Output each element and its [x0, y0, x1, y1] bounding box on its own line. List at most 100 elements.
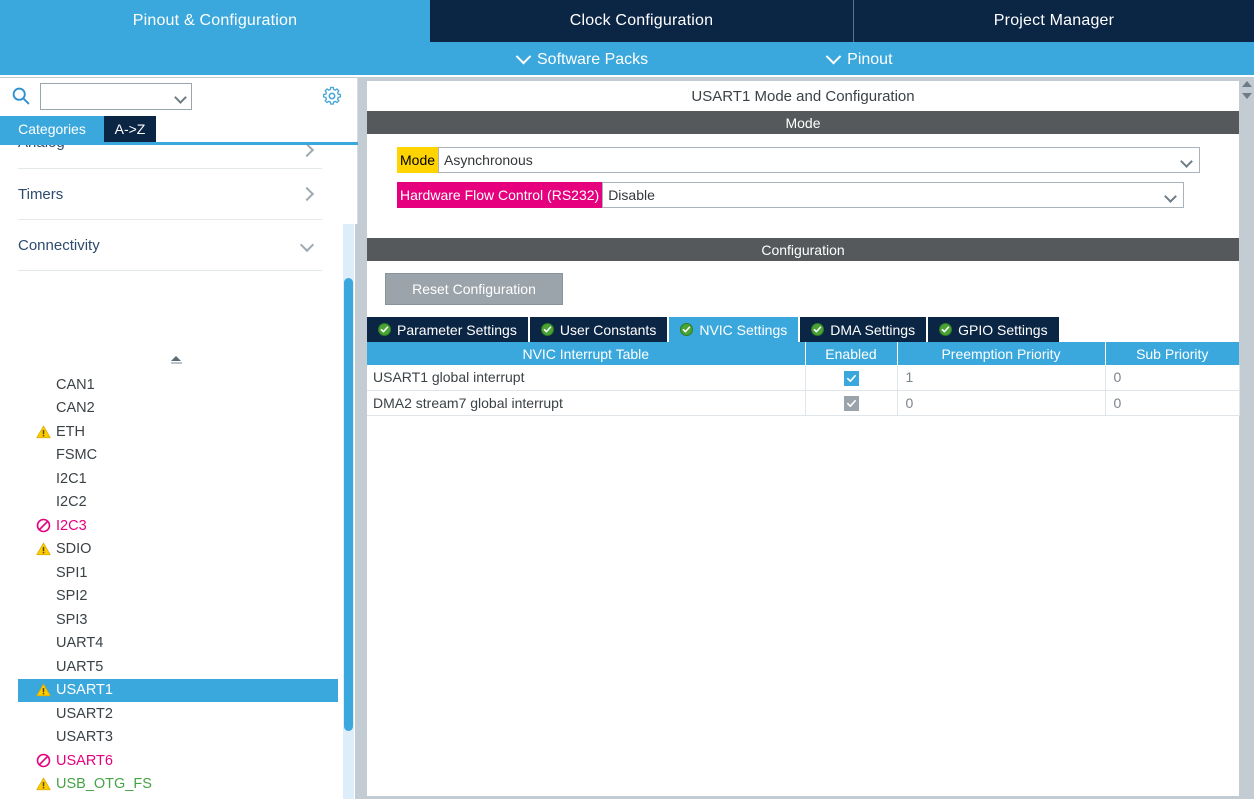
peripheral-item-i2c1[interactable]: I2C1 — [18, 467, 338, 491]
menu-pinout-label: Pinout — [847, 50, 893, 68]
tab-pinout-configuration[interactable]: Pinout & Configuration — [0, 0, 430, 42]
peripheral-item-i2c2[interactable]: I2C2 — [18, 491, 338, 515]
field-mode-select[interactable]: Asynchronous — [438, 146, 1201, 173]
nvic-preemption-priority-cell[interactable]: 0 — [897, 390, 1106, 416]
nub-divider — [170, 362, 182, 364]
nvic-sub-priority-cell[interactable]: 0 — [1105, 390, 1240, 416]
menu-software-packs-label: Software Packs — [537, 50, 649, 68]
peripheral-item-can1[interactable]: CAN1 — [18, 373, 338, 397]
nvic-col-header-sub[interactable]: Sub Priority — [1105, 342, 1239, 365]
category-connectivity-label: Connectivity — [18, 236, 100, 254]
nvic-sub-priority-cell[interactable]: 0 — [1105, 365, 1240, 391]
sidebar-scrollbar-thumb[interactable] — [344, 278, 353, 731]
peripheral-item-label: SPI1 — [56, 564, 88, 581]
nvic-preemption-priority-cell[interactable]: 1 — [897, 365, 1106, 391]
status-spacer — [34, 634, 52, 652]
peripheral-item-label: ETH — [56, 423, 85, 440]
field-hardware-flow-control-select[interactable]: Disable — [602, 181, 1185, 208]
menu-software-packs[interactable]: Software Packs — [515, 48, 649, 69]
scroll-up-button[interactable] — [1241, 78, 1253, 89]
peripheral-item-usart6[interactable]: USART6 — [18, 749, 338, 773]
peripheral-item-fsmc[interactable]: FSMC — [18, 444, 338, 468]
peripheral-item-label: SPI3 — [56, 611, 88, 628]
peripheral-item-eth[interactable]: ETH — [18, 420, 338, 444]
configuration-panel: USART1 Mode and Configuration Mode Mode … — [366, 80, 1240, 797]
configuration-section-body: Reset Configuration Parameter Settings Us… — [367, 261, 1240, 738]
check-circle-icon — [939, 323, 953, 336]
status-spacer — [34, 728, 52, 746]
peripheral-item-usb_otg_fs[interactable]: USB_OTG_FS — [18, 773, 338, 797]
tab-parameter-settings[interactable]: Parameter Settings — [367, 317, 528, 342]
status-spacer — [34, 658, 52, 676]
warning-icon — [34, 540, 52, 558]
peripheral-item-sdio[interactable]: SDIO — [18, 538, 338, 562]
chevron-down-icon — [825, 48, 842, 65]
table-row[interactable]: DMA2 stream7 global interrupt 0 0 — [367, 390, 1240, 416]
peripheral-item-label: I2C1 — [56, 470, 87, 487]
nvic-col-header-name[interactable]: NVIC Interrupt Table — [367, 342, 806, 365]
peripheral-item-can2[interactable]: CAN2 — [18, 397, 338, 421]
check-circle-icon — [378, 323, 391, 336]
peripheral-item-spi3[interactable]: SPI3 — [18, 608, 338, 632]
subnav-divider — [0, 75, 1254, 77]
peripheral-item-label: FSMC — [56, 447, 98, 464]
tab-categories[interactable]: Categories — [0, 116, 104, 142]
sidebar-tabs: Categories A->Z — [0, 116, 358, 142]
category-connectivity[interactable]: Connectivity — [18, 220, 322, 271]
category-timers[interactable]: Timers — [18, 169, 322, 220]
menu-pinout[interactable]: Pinout — [825, 48, 893, 69]
configuration-section-header: Configuration — [367, 238, 1239, 261]
peripheral-item-usart2[interactable]: USART2 — [18, 702, 338, 726]
main-scrollbar[interactable] — [1240, 78, 1254, 799]
peripheral-item-usart1[interactable]: USART1 — [18, 678, 338, 702]
nvic-col-header-enabled[interactable]: Enabled — [805, 342, 898, 365]
scroll-down-button[interactable] — [1241, 90, 1253, 101]
tab-clock-configuration[interactable]: Clock Configuration — [430, 0, 854, 42]
search-combobox[interactable] — [40, 82, 192, 110]
status-spacer — [34, 493, 52, 511]
tab-project-manager[interactable]: Project Manager — [854, 0, 1254, 42]
reset-configuration-button[interactable]: Reset Configuration — [385, 273, 563, 305]
peripheral-item-uart4[interactable]: UART4 — [18, 632, 338, 656]
peripheral-item-label: I2C2 — [56, 494, 87, 511]
section-gap — [367, 222, 1239, 238]
tab-a-to-z[interactable]: A->Z — [104, 116, 156, 142]
chevron-down-icon[interactable] — [1164, 189, 1178, 203]
tab-a-to-z-label: A->Z — [114, 121, 146, 137]
peripheral-item-i2c3[interactable]: I2C3 — [18, 514, 338, 538]
status-spacer — [34, 564, 52, 582]
triangle-up-icon — [171, 356, 181, 361]
tab-nvic-settings[interactable]: NVIC Settings — [669, 317, 799, 342]
tab-label: DMA Settings — [830, 321, 916, 338]
peripheral-item-spi2[interactable]: SPI2 — [18, 585, 338, 609]
tab-dma-settings[interactable]: DMA Settings — [800, 317, 927, 342]
peripheral-item-label: I2C3 — [56, 517, 87, 534]
list-scroll-up-nub[interactable] — [168, 353, 184, 367]
chevron-down-icon[interactable] — [174, 90, 187, 104]
search-input[interactable] — [41, 85, 169, 107]
enabled-checkbox[interactable] — [843, 370, 859, 386]
table-row[interactable]: USART1 global interrupt 1 0 — [367, 365, 1240, 391]
field-hardware-flow-control-value: Disable — [608, 186, 655, 203]
nvic-table-body: USART1 global interrupt 1 0 DMA2 stream7 gl… — [367, 365, 1240, 416]
nvic-enabled-cell[interactable] — [805, 365, 898, 391]
mode-section-body: Mode Asynchronous Hardware Flow Control … — [367, 134, 1239, 222]
gear-icon[interactable] — [318, 82, 346, 110]
peripheral-item-uart5[interactable]: UART5 — [18, 655, 338, 679]
peripheral-item-label: UART4 — [56, 635, 104, 652]
configuration-section-header-label: Configuration — [761, 241, 845, 258]
tab-clock-configuration-label: Clock Configuration — [569, 12, 714, 29]
category-analog[interactable]: Analog — [18, 145, 322, 169]
peripheral-item-usart3[interactable]: USART3 — [18, 726, 338, 750]
peripheral-item-label: USART2 — [56, 705, 113, 722]
tab-label: NVIC Settings — [699, 321, 788, 338]
cubemx-window: Pinout & Configuration Clock Configurati… — [0, 0, 1254, 799]
peripheral-item-label: USART1 — [56, 682, 113, 699]
tab-user-constants[interactable]: User Constants — [529, 317, 668, 342]
tab-gpio-settings[interactable]: GPIO Settings — [928, 317, 1059, 342]
status-spacer — [34, 470, 52, 488]
chevron-right-icon — [299, 145, 315, 158]
peripheral-item-spi1[interactable]: SPI1 — [18, 561, 338, 585]
chevron-down-icon[interactable] — [1180, 154, 1193, 168]
nvic-col-header-preemption[interactable]: Preemption Priority — [897, 342, 1106, 365]
